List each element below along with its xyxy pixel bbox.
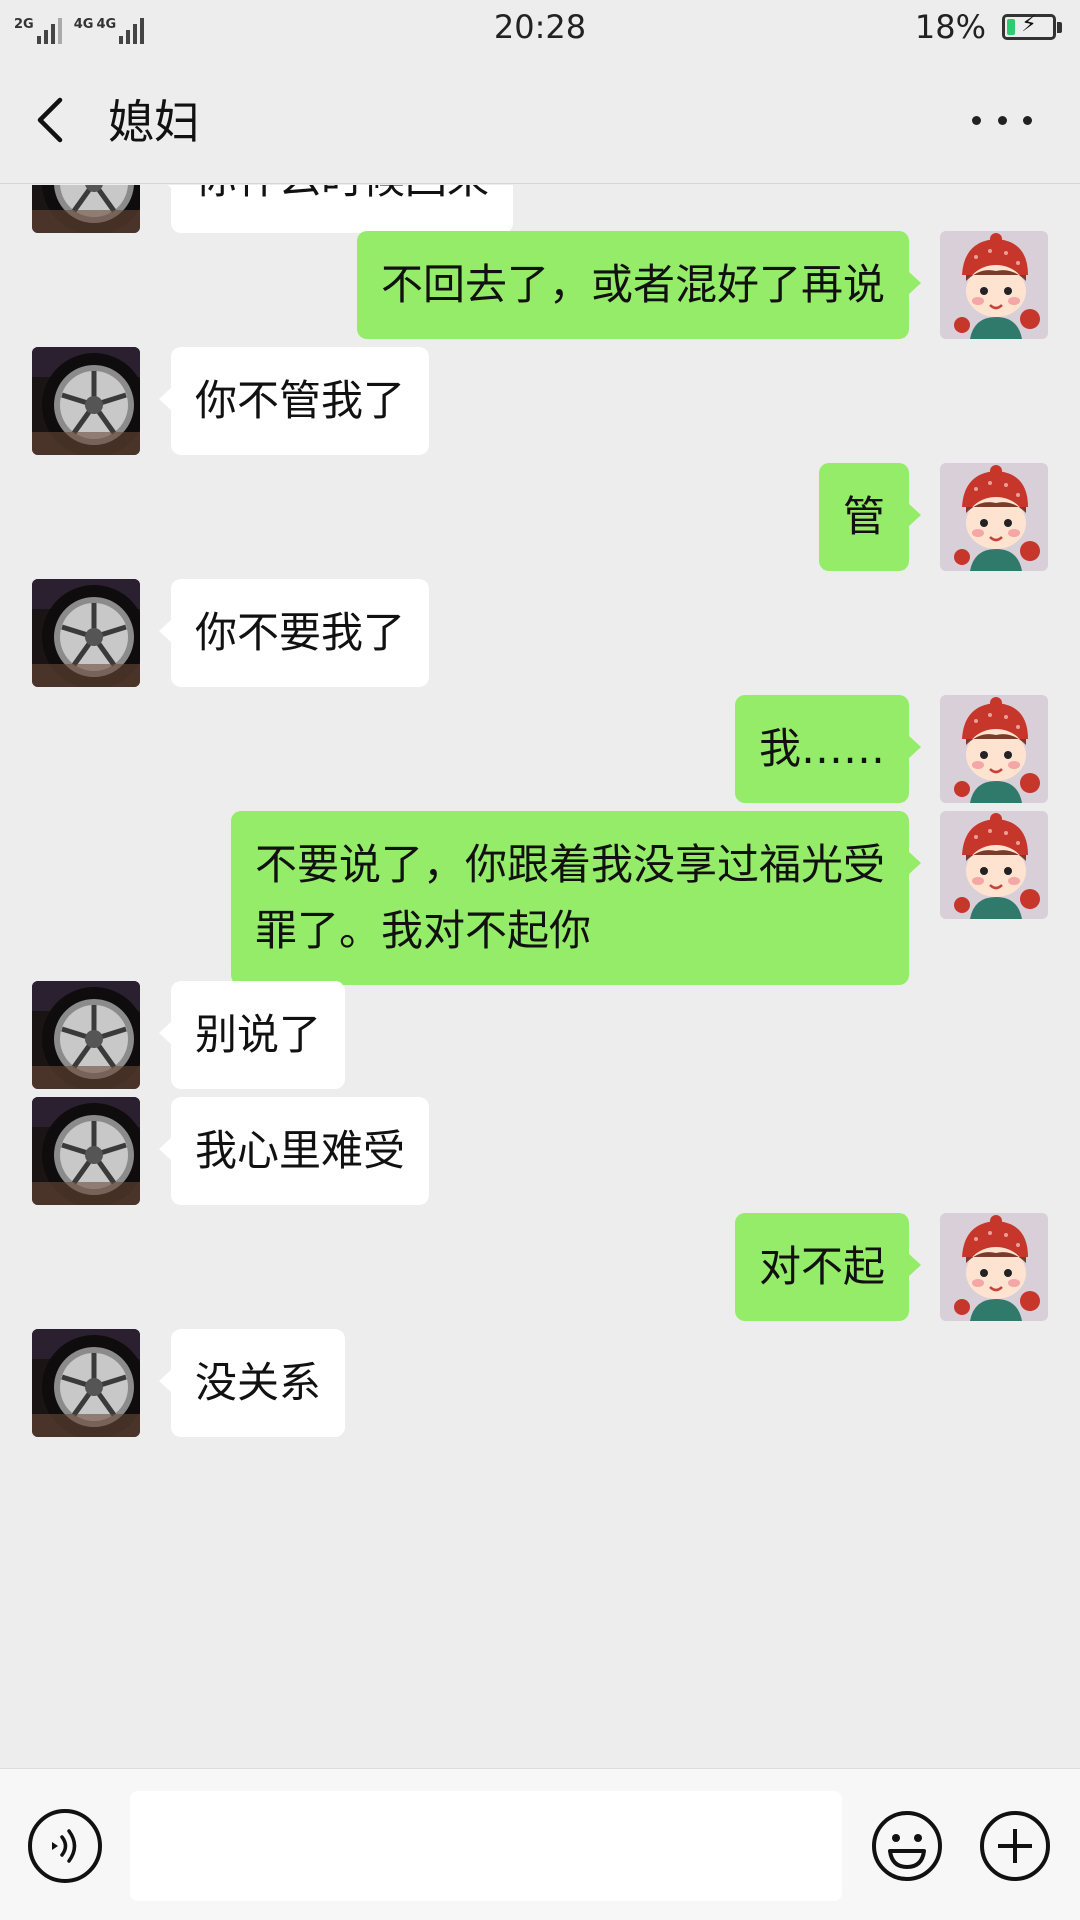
contact-avatar[interactable] xyxy=(32,185,140,233)
voice-button[interactable] xyxy=(28,1809,102,1883)
user-avatar-boy-icon xyxy=(940,811,1048,919)
contact-avatar[interactable] xyxy=(32,1329,140,1437)
user-avatar-boy-icon xyxy=(940,695,1048,803)
user-avatar-boy-icon xyxy=(940,231,1048,339)
contact-avatar[interactable] xyxy=(32,579,140,687)
received-message-bubble[interactable]: 我心里难受 xyxy=(158,1097,430,1205)
more-dot xyxy=(1023,115,1032,125)
battery-area: 18% ⚡ xyxy=(914,8,1062,46)
chat-header: 媳妇 xyxy=(0,56,1080,184)
battery-percent: 18% xyxy=(914,8,986,46)
user-avatar-boy-icon xyxy=(940,1213,1048,1321)
input-bar xyxy=(0,1768,1080,1920)
received-message-bubble[interactable]: 别说了 xyxy=(158,981,346,1089)
chat-title: 媳妇 xyxy=(108,95,200,149)
emoji-icon xyxy=(872,1811,942,1881)
contact-avatar-wheel-icon xyxy=(32,347,140,455)
my-avatar[interactable] xyxy=(940,695,1048,803)
contact-avatar[interactable] xyxy=(32,981,140,1089)
voice-icon xyxy=(52,1829,77,1863)
back-arrow-icon xyxy=(37,97,63,143)
status-bar: 2G 4G 4G 20:28 18% ⚡ xyxy=(0,0,1080,56)
more-dot xyxy=(997,115,1007,125)
contact-avatar-wheel-icon xyxy=(32,185,140,233)
my-avatar[interactable] xyxy=(940,463,1048,571)
sent-message-bubble[interactable]: 我…… xyxy=(734,695,922,803)
user-avatar-boy-icon xyxy=(940,463,1048,571)
sent-message-bubble[interactable]: 对不起 xyxy=(734,1213,922,1321)
more-button[interactable] xyxy=(972,100,1032,140)
sent-message-bubble[interactable]: 不回去了，或者混好了再说 xyxy=(356,231,922,339)
received-message-bubble[interactable]: 你不管我了 xyxy=(158,347,430,455)
emoji-button[interactable] xyxy=(870,1809,944,1883)
my-avatar[interactable] xyxy=(940,1213,1048,1321)
back-button[interactable] xyxy=(30,90,74,150)
sent-message-bubble[interactable]: 不要说了，你跟着我没享过福光受 罪了。我对不起你 xyxy=(230,811,922,985)
contact-avatar[interactable] xyxy=(32,1097,140,1205)
contact-avatar-wheel-icon xyxy=(32,579,140,687)
contact-avatar-wheel-icon xyxy=(32,981,140,1089)
more-dots-icon xyxy=(972,115,981,125)
plus-icon xyxy=(980,1811,1050,1881)
contact-avatar-wheel-icon xyxy=(32,1329,140,1437)
my-avatar[interactable] xyxy=(940,231,1048,339)
battery-icon: ⚡ xyxy=(1002,12,1062,40)
message-input[interactable] xyxy=(130,1791,842,1901)
contact-avatar[interactable] xyxy=(32,347,140,455)
message-list[interactable]: 你什么时候回来 不回去了，或者混好了再说 你不管我了 xyxy=(0,185,1080,1768)
more-functions-button[interactable] xyxy=(978,1809,1052,1883)
received-message-bubble[interactable]: 没关系 xyxy=(158,1329,346,1437)
received-message-bubble[interactable]: 你什么时候回来 xyxy=(158,185,514,233)
contact-avatar-wheel-icon xyxy=(32,1097,140,1205)
sent-message-bubble[interactable]: 管 xyxy=(818,463,922,571)
my-avatar[interactable] xyxy=(940,811,1048,919)
received-message-bubble[interactable]: 你不要我了 xyxy=(158,579,430,687)
charging-bolt-icon: ⚡ xyxy=(1021,12,1037,37)
